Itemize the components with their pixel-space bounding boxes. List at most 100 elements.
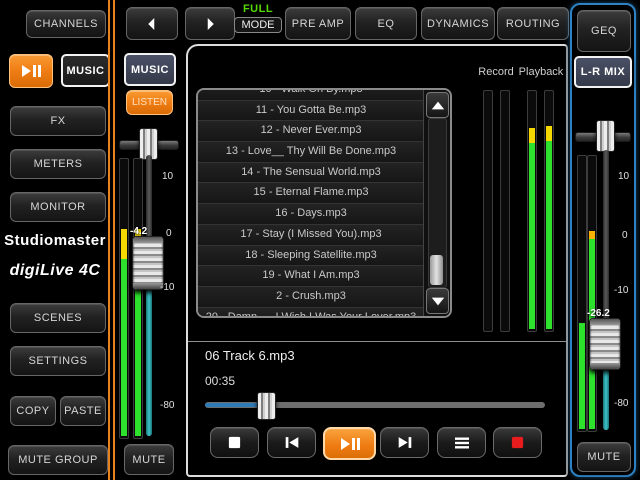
channel-mute-button[interactable]: MUTE [124,444,174,475]
mute-group-button[interactable]: MUTE GROUP [8,445,108,475]
master-panel: GEQ L-R MIX -26.2 10 0 -10 -80 MUTE [570,3,636,477]
sidebar-item-settings[interactable]: SETTINGS [10,346,106,376]
scroll-down-icon [431,296,445,307]
playback-meter-left-yellow [529,128,535,143]
sidebar: CHANNELS MUSIC FX METERS MONITOR Studiom… [0,0,116,480]
master-meter-right [587,155,597,432]
master-scale-minus10: -10 [614,285,628,296]
master-meter-right-peak [589,231,595,239]
play-pause-icon [338,436,362,452]
playlist-item[interactable]: 12 - Never Ever.mp3 [198,121,424,142]
sidebar-item-monitor[interactable]: MONITOR [10,192,106,222]
playlist-item[interactable]: 2 - Crush.mp3 [198,287,424,308]
channel-scale-0: 0 [166,228,172,239]
geq-button[interactable]: GEQ [577,10,631,52]
master-title: L-R MIX [574,56,632,88]
previous-track-button[interactable] [267,427,316,458]
next-icon [396,435,414,450]
record-meter-left [483,90,493,332]
progress-slider[interactable] [205,402,545,408]
master-meter-left-green [579,323,585,429]
playback-meter-right-green [546,141,552,329]
playlist-item[interactable]: 17 - Stay (I Missed You).mp3 [198,225,424,246]
playback-meter-right-yellow [546,126,552,141]
mode-state-label: FULL [234,3,282,15]
playback-meter-left [527,90,537,332]
brand-model-logo: digiLive 4C [0,262,110,280]
master-mute-button[interactable]: MUTE [577,442,631,472]
next-channel-button[interactable] [185,7,235,40]
channel-meter-left-yellow [121,229,127,259]
master-fader-track-lower [603,368,609,430]
record-icon [510,435,525,450]
stop-icon [227,435,242,450]
sidebar-item-scenes[interactable]: SCENES [10,303,106,333]
playback-meter-left-green [529,143,535,329]
sidebar-item-channels[interactable]: CHANNELS [26,10,106,38]
channel-scale-minus80: -80 [160,400,174,411]
master-pan-slider-knob[interactable] [596,120,615,152]
tab-dynamics[interactable]: DYNAMICS [421,7,495,40]
scroll-up-icon [431,100,445,111]
sidebar-item-music[interactable]: MUSIC [61,54,110,87]
record-meter-right [500,90,510,332]
master-meter-left [577,155,587,432]
playlist-rows: 10 - Walk On By.mp3 11 - You Gotta Be.mp… [198,88,450,318]
playlist-item[interactable]: 15 - Eternal Flame.mp3 [198,183,424,204]
playlist-menu-button[interactable] [437,427,486,458]
copy-button[interactable]: COPY [10,396,56,426]
progress-knob[interactable] [257,392,276,420]
playback-meter-right [544,90,554,332]
player-divider [188,341,566,342]
listen-button[interactable]: LISTEN [126,90,173,115]
channel-fader-track-lower [146,288,152,436]
channel-meter-right [133,158,143,439]
channel-strip: MUSIC LISTEN -4.2 10 0 -10 -80 MUTE [116,0,186,480]
mixer-app: CHANNELS MUSIC FX METERS MONITOR Studiom… [0,0,640,480]
sidebar-item-meters[interactable]: METERS [10,149,106,179]
scroll-up-button[interactable] [426,92,449,118]
playlist-item[interactable]: 18 - Sleeping Satellite.mp3 [198,246,424,267]
playlist-item[interactable]: 14 - The Sensual World.mp3 [198,163,424,184]
master-scale-0: 0 [622,230,628,241]
brand-logo: Studiomaster [0,232,110,250]
master-fader-knob[interactable] [589,318,621,370]
play-pause-icon [19,63,43,79]
sidebar-item-fx[interactable]: FX [10,106,106,136]
stop-button[interactable] [210,427,259,458]
playlist-item[interactable]: 10 - Walk On By.mp3 [198,88,424,101]
scrollbar-track[interactable] [428,118,447,288]
sidebar-separator-line [108,0,110,480]
sidebar-separator-line-2 [113,0,115,480]
sidebar-play-pause-button[interactable] [9,54,53,88]
master-scale-10: 10 [618,171,629,182]
tab-routing[interactable]: ROUTING [497,7,569,40]
mode-button[interactable]: FULL MODE [234,3,282,43]
playlist-item[interactable]: 13 - Love__ Thy Will Be Done.mp3 [198,142,424,163]
list-icon [454,436,470,450]
scrollbar-thumb[interactable] [430,255,443,285]
tab-pre-amp[interactable]: PRE AMP [285,7,351,40]
playlist-item[interactable]: 16 - Days.mp3 [198,204,424,225]
next-track-button[interactable] [380,427,429,458]
channel-meter-left [119,158,129,439]
main-panel: Record Playback 10 - Walk On By.mp3 11 -… [186,44,568,477]
playlist-item[interactable]: 11 - You Gotta Be.mp3 [198,101,424,122]
playlist-scrollbar[interactable] [423,90,450,316]
master-scale-minus80: -80 [614,398,628,409]
channel-scale-minus10: -10 [160,282,174,293]
record-button[interactable] [493,427,542,458]
channel-meter-left-green [121,259,127,436]
scroll-down-button[interactable] [426,288,449,314]
tab-eq[interactable]: EQ [355,7,417,40]
play-pause-transport-button[interactable] [323,427,376,460]
paste-button[interactable]: PASTE [60,396,106,426]
playlist-item[interactable]: 20 - Damn___I Wish I Was Your Lover.mp3 [198,308,424,318]
arrow-right-icon [201,15,219,33]
brand-model: digiLive 4C [10,262,101,279]
brand-name: Studiomaster [4,232,106,249]
previous-icon [283,435,301,450]
progress-fill [205,403,262,407]
mode-label: MODE [234,17,282,33]
playlist-item[interactable]: 19 - What I Am.mp3 [198,266,424,287]
